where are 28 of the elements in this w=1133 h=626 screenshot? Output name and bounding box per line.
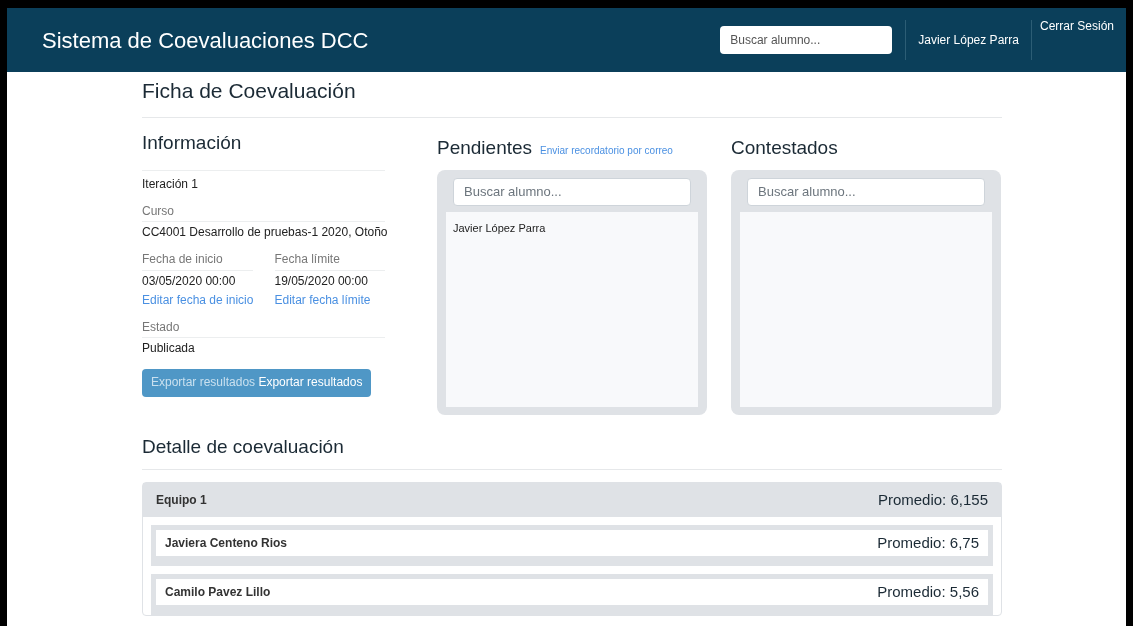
reminder-link[interactable]: Enviar recordatorio por correo (540, 142, 673, 158)
field-label: Estado (142, 319, 180, 334)
student-item[interactable]: Javier López Parra (453, 219, 691, 236)
member-name: Camilo Pavez Lillo (165, 584, 271, 601)
field-label: Curso (142, 203, 174, 218)
team-average: Promedio: 6,155 (877, 489, 988, 510)
section-title: Información (142, 131, 242, 153)
member-name: Javiera Centeno Rios (165, 535, 288, 552)
section-title: Contestados (731, 135, 838, 160)
search-field[interactable]: Buscar alumno... (453, 177, 691, 206)
field-label: Fecha límite (274, 251, 340, 266)
field-label: Fecha de inicio (142, 251, 223, 266)
course-value: CC4001 Desarrollo de pruebas-1 2020, Otoño (142, 223, 385, 241)
brand-title[interactable]: Sistema de Coevaluaciones DCC (42, 23, 369, 57)
team-name: Equipo 1 (156, 492, 207, 509)
search-field[interactable]: Buscar alumno... (720, 26, 893, 54)
evaluation-name: Iteración 1 (142, 176, 199, 191)
page-title: Ficha de Coevaluación (142, 79, 356, 102)
member-average: Promedio: 5,56 (877, 581, 979, 602)
section-title: Detalle de coevaluación (142, 435, 344, 457)
date-value: 19/05/2020 00:00 (274, 272, 369, 290)
date-value: 03/05/2020 00:00 (142, 272, 237, 290)
member-average: Promedio: 6,75 (877, 532, 979, 553)
user-link[interactable]: Javier López Parra (906, 31, 1031, 49)
logout-link[interactable]: Cerrar Sesión (1031, 17, 1114, 35)
search-field[interactable]: Buscar alumno... (747, 177, 985, 206)
section-title: Pendientes (437, 135, 533, 160)
status-value: Publicada (142, 339, 196, 357)
